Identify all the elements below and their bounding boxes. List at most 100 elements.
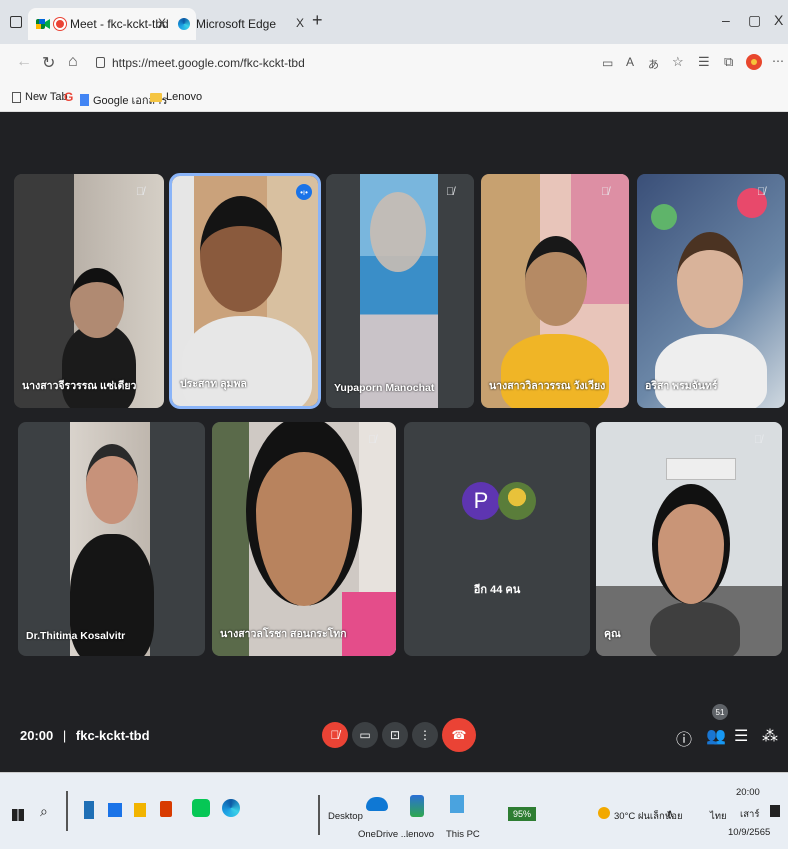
close-window-button[interactable]: X xyxy=(774,12,783,28)
activities-icon[interactable]: ⁂ xyxy=(762,726,778,746)
tab-edge[interactable]: Microsoft Edge xyxy=(170,8,310,40)
participant-tile[interactable]: •ı• ประสาท ลุมพล xyxy=(169,173,321,409)
leave-call-button[interactable]: ☎ xyxy=(442,718,476,752)
more-menu-icon[interactable]: ⋯ xyxy=(772,54,784,68)
mic-off-icon: 🎙̸ xyxy=(757,186,766,198)
camera-toggle-button[interactable]: ▭ xyxy=(352,722,378,748)
speaking-indicator-icon: •ı• xyxy=(296,184,312,200)
participant-name: Yupaporn Manochat xyxy=(334,382,435,394)
translate-icon[interactable]: あ xyxy=(648,56,659,72)
participant-tile[interactable]: Dr.Thitima Kosalvitr xyxy=(18,422,205,656)
home-icon[interactable]: ⌂ xyxy=(68,53,78,71)
window: Meet - fkc-kckt-tbd X Microsoft Edge X +… xyxy=(0,0,788,849)
docs-icon xyxy=(80,94,89,106)
mail-icon[interactable] xyxy=(108,803,122,817)
participant-name: นางสาววิลาวรรณ วังเวียง xyxy=(489,380,606,392)
clock-time[interactable]: 20:00 xyxy=(736,787,760,798)
mic-off-icon: 🎙̸ xyxy=(754,434,763,446)
mic-off-icon: 🎙̸ xyxy=(601,186,610,198)
bookmark-label: Lenovo xyxy=(166,91,203,103)
clock-date[interactable]: 10/9/2565 xyxy=(728,827,770,838)
tab-actions-icon[interactable] xyxy=(10,16,22,28)
divider xyxy=(318,795,320,835)
mic-off-icon: 🎙̸ xyxy=(446,186,455,198)
edge-taskbar-icon[interactable] xyxy=(222,799,240,817)
more-participants-label: อีก 44 คน xyxy=(473,584,521,596)
participant-tile[interactable]: 🎙̸ นางสาวลโรชา สอนกระโทก xyxy=(212,422,396,656)
taskbar: ⌕ Desktop OneDrive ... lenovo This PC 95… xyxy=(0,772,788,849)
camera-blocked-icon[interactable]: ▭ xyxy=(602,56,613,70)
favorites-add-icon[interactable]: ☆ xyxy=(672,54,684,70)
clock-day[interactable]: เสาร์ xyxy=(740,807,759,822)
tab-bar: Meet - fkc-kckt-tbd X Microsoft Edge X +… xyxy=(0,0,788,44)
new-tab-button[interactable]: + xyxy=(312,10,323,31)
participant-tile[interactable]: 🎙̸ อริสา พรมจันทร์ xyxy=(637,174,785,408)
participants-count-badge: 51 xyxy=(712,704,728,720)
bookmark-lenovo[interactable]: Lenovo xyxy=(150,91,202,103)
desktop-label[interactable]: Desktop xyxy=(328,811,363,822)
line-icon[interactable] xyxy=(192,799,210,817)
taskbar-app-label[interactable]: This PC xyxy=(446,829,480,840)
tab-close-button[interactable]: X xyxy=(296,16,304,30)
tab-label: Microsoft Edge xyxy=(196,17,277,31)
meet-controls-bar: 20:00 | fkc-kckt-tbd 🎙̸ ▭ ⊡ ⋮ ☎ ⓘ 51 👥 ☰… xyxy=(0,688,788,762)
chat-icon[interactable]: ☰ xyxy=(734,726,748,746)
recording-icon xyxy=(54,18,66,30)
meeting-time: 20:00 xyxy=(20,728,54,743)
task-view-icon[interactable] xyxy=(84,801,94,819)
meeting-info: 20:00 | fkc-kckt-tbd xyxy=(20,728,150,743)
participant-tile[interactable]: 🎙̸ Yupaporn Manochat xyxy=(326,174,474,408)
profile-avatar-icon[interactable] xyxy=(746,54,762,70)
favorites-icon[interactable]: ☰ xyxy=(698,54,710,70)
info-icon[interactable]: ⓘ xyxy=(676,726,692,750)
participant-tile[interactable]: 🎙̸ นางสาววิลาวรรณ วังเวียง xyxy=(481,174,629,408)
mic-off-icon: 🎙̸ xyxy=(136,186,145,198)
edge-icon xyxy=(178,18,190,30)
separator: | xyxy=(62,728,67,743)
onedrive-icon[interactable] xyxy=(366,797,388,811)
participant-name: อริสา พรมจันทร์ xyxy=(645,380,718,392)
start-icon[interactable] xyxy=(12,809,24,821)
mic-toggle-button[interactable]: 🎙̸ xyxy=(322,722,348,748)
minimize-button[interactable]: – xyxy=(722,12,730,28)
participant-name: คุณ xyxy=(604,628,621,640)
participant-name: นางสาวลโรชา สอนกระโทก xyxy=(220,628,347,640)
more-options-button[interactable]: ⋮ xyxy=(412,722,438,748)
people-icon[interactable]: 👥 xyxy=(706,726,726,746)
address-bar: ← ↻ ⌂ https://meet.google.com/fkc-kckt-t… xyxy=(0,44,788,82)
participant-name: ประสาท ลุมพล xyxy=(180,378,247,390)
participant-tile[interactable]: 🎙̸ นางสาวจีรวรรณ แซ่เตียว xyxy=(14,174,164,408)
read-aloud-icon[interactable]: A xyxy=(626,55,634,69)
divider xyxy=(66,791,68,831)
more-participants-tile[interactable]: P อีก 44 คน xyxy=(404,422,590,656)
back-icon[interactable]: ← xyxy=(16,53,32,71)
present-button[interactable]: ⊡ xyxy=(382,722,408,748)
tab-close-button[interactable]: X xyxy=(158,16,166,30)
search-icon[interactable]: ⌕ xyxy=(40,803,48,820)
tray-chevron-icon[interactable]: ∧ xyxy=(666,807,674,820)
collections-icon[interactable]: ⧉ xyxy=(724,54,733,70)
weather-icon xyxy=(598,807,610,819)
lenovo-icon[interactable] xyxy=(410,795,424,817)
notifications-icon[interactable] xyxy=(770,805,780,817)
participant-name: นางสาวจีรวรรณ แซ่เตียว xyxy=(22,380,137,392)
lock-icon[interactable] xyxy=(96,57,105,68)
participant-avatar-photo xyxy=(498,482,536,520)
participant-avatar: P xyxy=(462,482,500,520)
bookmark-new-tab[interactable]: New Tab xyxy=(12,91,68,103)
google-icon[interactable]: G xyxy=(64,90,73,104)
files-icon[interactable] xyxy=(134,803,146,817)
taskbar-app-label[interactable]: OneDrive ... xyxy=(358,829,409,840)
mic-off-icon: 🎙̸ xyxy=(368,434,377,446)
url-input[interactable]: https://meet.google.com/fkc-kckt-tbd xyxy=(112,56,305,70)
taskbar-app-label[interactable]: lenovo xyxy=(406,829,434,840)
refresh-icon[interactable]: ↻ xyxy=(42,53,55,73)
battery-widget[interactable]: 95% xyxy=(508,807,536,821)
restore-button[interactable]: ▢ xyxy=(748,12,761,29)
language-indicator[interactable]: ไทย xyxy=(710,809,727,824)
office-icon[interactable] xyxy=(160,801,172,817)
this-pc-icon[interactable] xyxy=(450,795,464,813)
participant-tile[interactable]: 🎙̸ คุณ xyxy=(596,422,782,656)
meet-stage: 🎙̸ นางสาวจีรวรรณ แซ่เตียว •ı• ประสาท ลุม… xyxy=(0,112,788,772)
participant-name: Dr.Thitima Kosalvitr xyxy=(26,630,126,642)
